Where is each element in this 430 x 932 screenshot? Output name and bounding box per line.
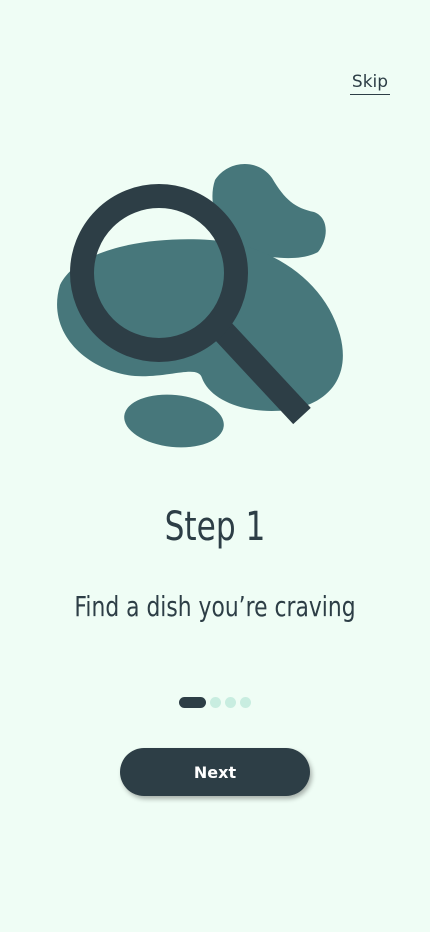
background-blob-bottom	[124, 394, 224, 448]
pagination-dot	[225, 697, 236, 708]
pagination-dot-active	[179, 697, 206, 708]
pagination-dots	[179, 697, 251, 708]
pagination-dot	[210, 697, 221, 708]
magnifying-glass-illustration	[57, 163, 343, 448]
step-title: Step 1	[164, 504, 266, 550]
next-button[interactable]: Next	[120, 748, 310, 796]
step-subtitle: Find a dish you’re craving	[74, 590, 356, 623]
pagination-dot	[240, 697, 251, 708]
skip-link[interactable]: Skip	[350, 72, 390, 95]
